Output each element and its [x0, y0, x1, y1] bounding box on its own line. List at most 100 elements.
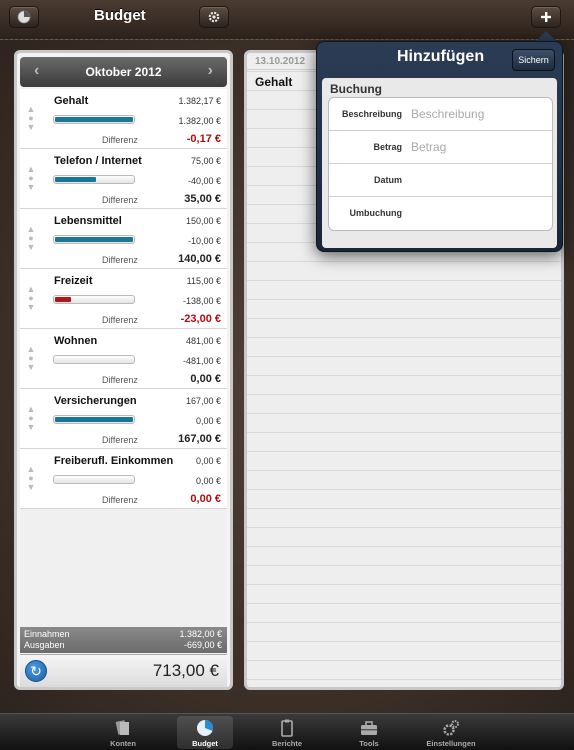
amount-input[interactable]: [411, 139, 546, 155]
progress-fill: [55, 417, 133, 422]
next-month-icon[interactable]: ›: [208, 62, 213, 80]
date-input[interactable]: [411, 172, 546, 188]
difference-label: Differenz: [102, 435, 138, 445]
date-field[interactable]: Datum: [329, 164, 552, 197]
description-label: Beschreibung: [341, 109, 402, 119]
category-list: ▲ ● ▼ Gehalt 1.382,17 € 1.382,00 € Differenz -0…: [20, 89, 227, 509]
transfer-field[interactable]: Umbuchung: [329, 197, 552, 230]
progress-bar: [53, 175, 135, 184]
category-row[interactable]: ▲ ● ▼ Wohnen 481,00 € -481,00 € Differenz 0,00 …: [20, 329, 227, 389]
reorder-icon[interactable]: ▲ ● ▼: [25, 105, 37, 132]
difference-value: 167,00 €: [178, 433, 221, 445]
prev-month-icon[interactable]: ‹: [34, 62, 39, 80]
tab-berichte[interactable]: Berichte: [259, 716, 315, 749]
form-fields: Beschreibung Betrag Datum Umbuchung: [328, 97, 553, 231]
total-value: 713,00 €: [152, 661, 219, 680]
tab-tools[interactable]: Tools: [341, 716, 397, 749]
category-name: Gehalt: [54, 95, 89, 107]
pie-chart-button[interactable]: [9, 6, 39, 28]
category-row[interactable]: ▲ ● ▼ Versicherungen 167,00 € 0,00 € Differenz…: [20, 389, 227, 449]
tab-label: Konten: [110, 739, 136, 748]
category-spent: -138,00 €: [182, 296, 221, 306]
transfer-input[interactable]: [411, 205, 546, 221]
tab-konten[interactable]: Konten: [95, 716, 151, 749]
tab-label: Berichte: [271, 739, 302, 748]
category-budget: 0,00 €: [195, 456, 221, 466]
total-bar: ↻ 713,00 €: [20, 654, 227, 687]
expenses-row: Ausgaben -669,00 €: [24, 640, 222, 650]
expenses-label: Ausgaben: [24, 640, 65, 650]
tab-label: Budget: [192, 739, 218, 748]
popover-title: Hinzufügen: [397, 48, 485, 65]
difference-label: Differenz: [102, 195, 138, 205]
description-field[interactable]: Beschreibung: [329, 98, 552, 131]
ledger-date: 13.10.2012: [255, 56, 306, 67]
income-label: Einnahmen: [24, 629, 70, 639]
category-spent: -481,00 €: [182, 356, 221, 366]
reorder-icon[interactable]: ▲ ● ▼: [25, 165, 37, 192]
tab-label: Tools: [359, 739, 379, 748]
report-icon: [281, 719, 293, 737]
category-name: Freiberufl. Einkommen: [54, 455, 174, 467]
save-button[interactable]: Sichern: [512, 49, 555, 71]
category-name: Lebensmittel: [54, 215, 122, 227]
date-label: Datum: [373, 175, 402, 185]
difference-value: -0,17 €: [186, 133, 221, 145]
category-budget: 481,00 €: [185, 336, 221, 346]
add-popover: Hinzufügen Sichern Buchung Beschreibung …: [316, 41, 563, 252]
reorder-icon[interactable]: ▲ ● ▼: [25, 345, 37, 372]
page-title: Budget: [94, 7, 146, 24]
tab-label: Einstellungen: [426, 739, 476, 748]
progress-bar: [53, 475, 135, 484]
progress-bar: [53, 415, 135, 424]
pie-chart-icon: [17, 10, 31, 24]
category-budget: 115,00 €: [186, 276, 221, 286]
progress-fill: [55, 297, 71, 302]
difference-label: Differenz: [102, 135, 138, 145]
settings-button[interactable]: [199, 6, 229, 28]
gears-icon: [443, 720, 459, 736]
amount-field[interactable]: Betrag: [329, 131, 552, 164]
income-value: 1.382,00 €: [179, 629, 222, 639]
category-row[interactable]: ▲ ● ▼ Freizeit 115,00 € -138,00 € Differenz -23…: [20, 269, 227, 329]
category-budget: 167,00 €: [185, 396, 221, 406]
difference-value: 0,00 €: [190, 493, 221, 505]
progress-bar: [53, 115, 135, 124]
plus-icon: [541, 12, 551, 22]
reorder-icon[interactable]: ▲ ● ▼: [25, 225, 37, 252]
reorder-icon[interactable]: ▲ ● ▼: [25, 405, 37, 432]
ledger-entry[interactable]: Gehalt: [255, 75, 292, 89]
difference-label: Differenz: [102, 375, 138, 385]
refresh-button[interactable]: ↻: [25, 660, 47, 682]
expenses-value: -669,00 €: [183, 640, 222, 650]
tab-bar: Konten Budget Berichte Tools Einstellung…: [0, 713, 574, 750]
toolbox-icon: [361, 721, 377, 735]
month-label: Oktober 2012: [85, 65, 162, 79]
section-title: Buchung: [330, 82, 382, 96]
category-budget: 75,00 €: [190, 156, 221, 166]
add-button[interactable]: [531, 6, 561, 28]
category-row[interactable]: ▲ ● ▼ Telefon / Internet 75,00 € -40,00 € Diff…: [20, 149, 227, 209]
description-input[interactable]: [411, 106, 546, 122]
difference-value: 35,00 €: [184, 193, 221, 205]
summary-bar: Einnahmen 1.382,00 € Ausgaben -669,00 €: [20, 627, 227, 653]
category-spent: -40,00 €: [187, 176, 221, 186]
category-name: Wohnen: [54, 335, 98, 347]
reorder-icon[interactable]: ▲ ● ▼: [25, 465, 37, 492]
category-budget: 150,00 €: [185, 216, 221, 226]
category-row[interactable]: ▲ ● ▼ Gehalt 1.382,17 € 1.382,00 € Differenz -0…: [20, 89, 227, 149]
category-row[interactable]: ▲ ● ▼ Freiberufl. Einkommen 0,00 € 0,00 € Diff…: [20, 449, 227, 509]
category-spent: 0,00 €: [195, 416, 221, 426]
progress-bar: [53, 295, 135, 304]
tab-einstellungen[interactable]: Einstellungen: [423, 716, 479, 749]
amount-label: Betrag: [373, 142, 402, 152]
category-row[interactable]: ▲ ● ▼ Lebensmittel 150,00 € -10,00 € Differenz…: [20, 209, 227, 269]
difference-value: 0,00 €: [190, 373, 221, 385]
progress-bar: [53, 235, 135, 244]
category-budget: 1.382,17 €: [178, 96, 221, 106]
tab-budget[interactable]: Budget: [177, 716, 233, 749]
category-spent: 1.382,00 €: [178, 116, 221, 126]
list-empty-area: [20, 509, 227, 627]
reorder-icon[interactable]: ▲ ● ▼: [25, 285, 37, 312]
difference-label: Differenz: [102, 255, 138, 265]
